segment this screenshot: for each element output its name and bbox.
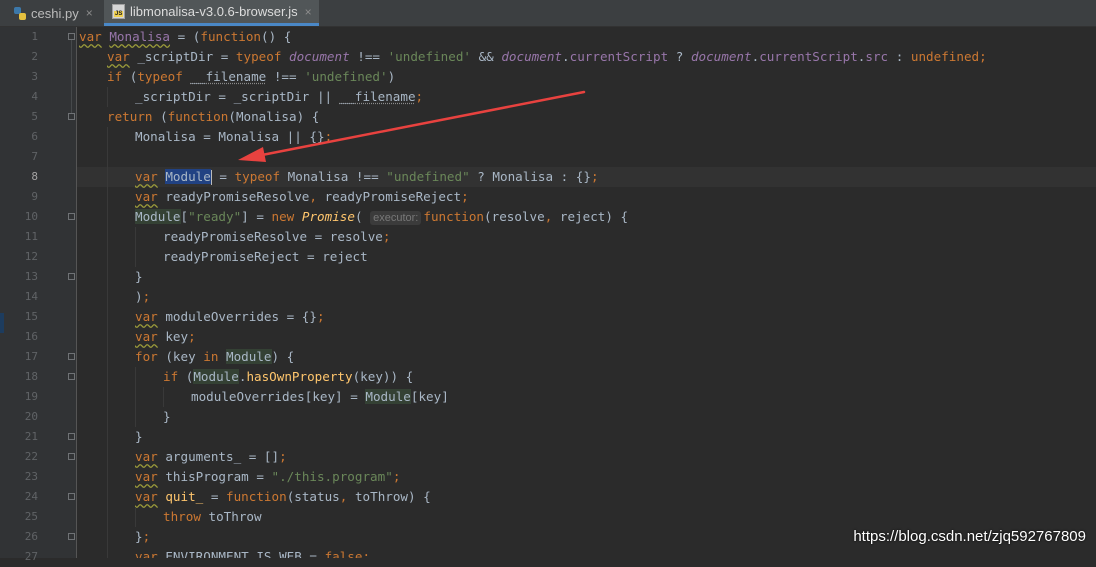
line-number: 4 [31,90,38,103]
code-line-10[interactable]: Module["ready"] = new Promise( executor:… [77,207,1096,227]
code-line-11[interactable]: readyPromiseResolve = resolve; [77,227,1096,247]
fold-marker-icon[interactable] [68,453,75,460]
js-file-icon: JS [112,4,125,19]
editor-tab-bar: ceshi.py × JS libmonalisa-v3.0.6-browser… [0,0,1096,27]
code-line-23[interactable]: var thisProgram = "./this.program"; [77,467,1096,487]
line-number: 6 [31,130,38,143]
line-number: 9 [31,190,38,203]
code-line-20[interactable]: } [77,407,1096,427]
line-number: 15 [24,310,38,323]
code-line-19[interactable]: moduleOverrides[key] = Module[key] [77,387,1096,407]
line-number: 23 [24,470,38,483]
fold-marker-icon[interactable] [68,213,75,220]
fold-marker-icon[interactable] [68,33,75,40]
line-number: 22 [24,450,38,463]
code-line-18[interactable]: if (Module.hasOwnProperty(key)) { [77,367,1096,387]
line-number: 24 [24,490,38,503]
code-line-4[interactable]: _scriptDir = _scriptDir || __filename; [77,87,1096,107]
line-number: 3 [31,70,38,83]
code-line-6[interactable]: Monalisa = Monalisa || {}; [77,127,1096,147]
parameter-hint: executor: [370,211,422,225]
line-number: 17 [24,350,38,363]
fold-marker-icon[interactable] [68,373,75,380]
line-number: 5 [31,110,38,123]
code-line-9[interactable]: var readyPromiseResolve, readyPromiseRej… [77,187,1096,207]
line-number: 10 [24,210,38,223]
line-number: 18 [24,370,38,383]
code-line-1[interactable]: var Monalisa = (function() { [77,27,1096,47]
tab-libmonalisa-js[interactable]: JS libmonalisa-v3.0.6-browser.js × [104,0,319,26]
fold-marker-icon[interactable] [68,353,75,360]
code-editor[interactable]: var Monalisa = (function() { var _script… [77,27,1096,558]
line-number: 26 [24,530,38,543]
line-number: 7 [31,150,38,163]
line-number: 27 [24,550,38,563]
line-number-current: 8 [31,170,38,183]
code-line-27[interactable]: var ENVIRONMENT_IS_WEB = false; [77,547,1096,558]
line-number: 14 [24,290,38,303]
line-number: 20 [24,410,38,423]
code-line-7[interactable] [77,147,1096,167]
fold-marker-icon[interactable] [68,493,75,500]
line-number: 25 [24,510,38,523]
tab-label: ceshi.py [31,5,79,21]
line-number: 21 [24,430,38,443]
code-line-16[interactable]: var key; [77,327,1096,347]
python-file-icon [14,6,26,20]
code-line-17[interactable]: for (key in Module) { [77,347,1096,367]
close-icon[interactable]: × [305,5,312,19]
line-number: 16 [24,330,38,343]
watermark-text: https://blog.csdn.net/zjq592767809 [853,528,1086,545]
fold-marker-icon[interactable] [68,113,75,120]
line-number: 13 [24,270,38,283]
line-number: 1 [31,30,38,43]
code-line-2[interactable]: var _scriptDir = typeof document !== 'un… [77,47,1096,67]
code-line-8-current[interactable]: var Module = typeof Monalisa !== "undefi… [77,167,1096,187]
code-line-12[interactable]: readyPromiseReject = reject [77,247,1096,267]
line-number: 12 [24,250,38,263]
line-number: 11 [24,230,38,243]
tab-ceshi-py[interactable]: ceshi.py × [0,0,103,26]
code-line-22[interactable]: var arguments_ = []; [77,447,1096,467]
fold-guide [71,40,72,113]
code-line-24[interactable]: var quit_ = function(status, toThrow) { [77,487,1096,507]
selected-identifier[interactable]: Module [165,169,211,184]
tab-label: libmonalisa-v3.0.6-browser.js [130,4,298,19]
code-line-25[interactable]: throw toThrow [77,507,1096,527]
fold-marker-icon[interactable] [68,533,75,540]
code-line-21[interactable]: } [77,427,1096,447]
code-line-13[interactable]: } [77,267,1096,287]
code-line-3[interactable]: if (typeof __filename !== 'undefined') [77,67,1096,87]
code-line-5[interactable]: return (function(Monalisa) { [77,107,1096,127]
line-number: 2 [31,50,38,63]
fold-marker-icon[interactable] [68,273,75,280]
code-line-15[interactable]: var moduleOverrides = {}; [77,307,1096,327]
line-number-gutter[interactable]: 1 2 3 4 5 6 7 8 9 10 11 12 13 14 15 16 1… [0,27,77,563]
fold-marker-icon[interactable] [68,433,75,440]
code-line-14[interactable]: ); [77,287,1096,307]
close-icon[interactable]: × [86,6,93,20]
line-number: 19 [24,390,38,403]
